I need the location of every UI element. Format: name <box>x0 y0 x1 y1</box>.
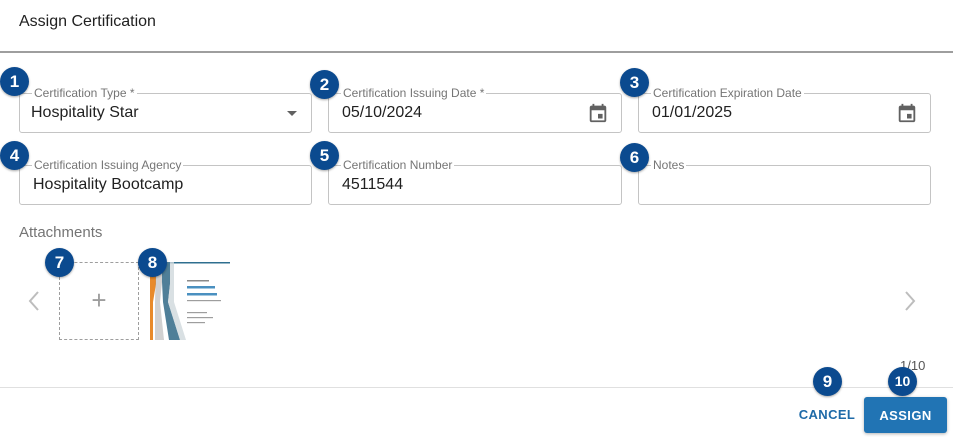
expiration-date-label: Certification Expiration Date <box>651 86 804 100</box>
callout-badge: 3 <box>620 68 649 97</box>
chevron-right-icon[interactable] <box>900 289 920 313</box>
callout-badge: 6 <box>620 143 649 172</box>
issuing-agency-label: Certification Issuing Agency <box>32 158 184 172</box>
dialog-title: Assign Certification <box>19 13 156 30</box>
dialog-header: Assign Certification <box>0 0 953 53</box>
callout-badge: 2 <box>310 70 339 99</box>
assign-button[interactable]: ASSIGN <box>864 397 947 433</box>
callout-badge: 7 <box>45 248 74 277</box>
issuing-agency-field[interactable]: Certification Issuing Agency Hospitality… <box>19 158 312 205</box>
expiration-date-value: 01/01/2025 <box>652 104 733 121</box>
callout-badge: 10 <box>888 367 917 396</box>
callout-badge: 8 <box>138 248 167 277</box>
add-attachment-button[interactable]: + <box>59 262 139 340</box>
notes-field[interactable]: Notes <box>638 158 931 205</box>
issuing-date-value: 05/10/2024 <box>342 104 423 121</box>
issuing-date-label: Certification Issuing Date * <box>341 86 487 100</box>
callout-badge: 4 <box>0 141 29 170</box>
callout-badge: 1 <box>0 67 29 96</box>
issuing-agency-value: Hospitality Bootcamp <box>33 176 184 193</box>
certification-number-value: 4511544 <box>342 176 404 193</box>
attachments-label: Attachments <box>19 224 103 241</box>
plus-icon: + <box>91 285 107 315</box>
document-preview-image <box>150 262 230 340</box>
calendar-icon[interactable] <box>896 102 918 124</box>
callout-badge: 5 <box>310 141 339 170</box>
cancel-button[interactable]: CANCEL <box>793 398 861 430</box>
certification-number-field[interactable]: Certification Number 4511544 <box>328 158 622 205</box>
dropdown-caret-icon[interactable] <box>287 111 297 116</box>
chevron-left-icon[interactable] <box>24 289 44 313</box>
footer-divider <box>0 387 953 388</box>
notes-label: Notes <box>651 158 687 172</box>
calendar-icon[interactable] <box>587 102 609 124</box>
certification-type-select[interactable]: Certification Type * Hospitality Star <box>19 86 312 133</box>
callout-badge: 9 <box>813 367 842 396</box>
certification-number-label: Certification Number <box>341 158 455 172</box>
certification-type-value: Hospitality Star <box>31 104 139 121</box>
certification-type-label: Certification Type * <box>32 86 137 100</box>
attachment-thumbnail[interactable] <box>150 262 230 340</box>
issuing-date-field[interactable]: Certification Issuing Date * 05/10/2024 <box>328 86 622 133</box>
expiration-date-field[interactable]: Certification Expiration Date 01/01/2025 <box>638 86 931 133</box>
